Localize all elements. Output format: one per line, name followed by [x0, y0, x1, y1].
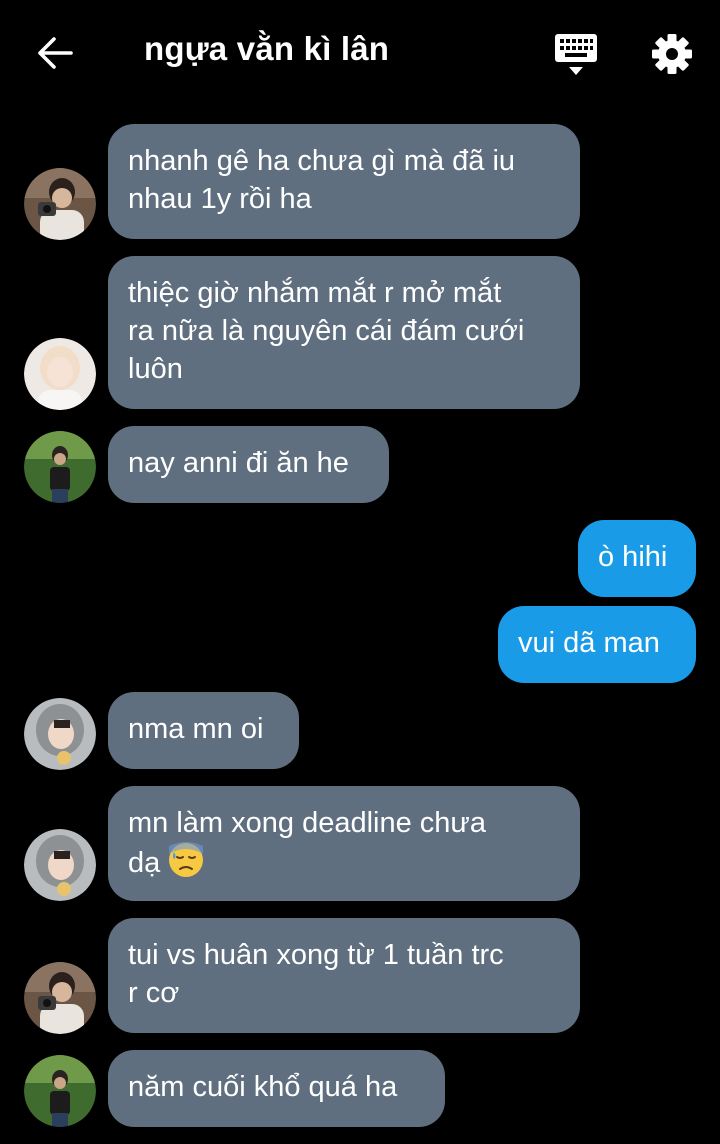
- message-line: dạ: [128, 847, 161, 879]
- message-bubble[interactable]: tui vs huân xong từ 1 tuần trc r cơ: [108, 918, 580, 1033]
- message-bubble[interactable]: nay anni đi ăn he: [108, 426, 389, 503]
- message-line: thiệc giờ nhắm mắt r mở mắt: [128, 277, 502, 309]
- message-line: năm cuối khổ quá ha: [128, 1071, 398, 1103]
- avatar[interactable]: [24, 962, 96, 1034]
- avatar-outdoor: [24, 1055, 96, 1127]
- arrow-left-icon: [38, 37, 73, 69]
- avatar-hood: [24, 829, 96, 901]
- message-bubble[interactable]: năm cuối khổ quá ha: [108, 1050, 445, 1127]
- message-line: luôn: [128, 353, 183, 385]
- avatar-boy-camera: [24, 962, 96, 1034]
- avatar-blonde: [24, 338, 96, 410]
- message-bubble[interactable]: vui dã man: [498, 606, 696, 683]
- message-line: mn làm xong deadline chưa: [128, 807, 486, 839]
- avatar-hood: [24, 698, 96, 770]
- avatar-outdoor: [24, 431, 96, 503]
- avatar[interactable]: [24, 1055, 96, 1127]
- message-line: nma mn oi: [128, 713, 264, 745]
- avatar[interactable]: [24, 168, 96, 240]
- message-bubble[interactable]: mn làm xong deadline chưa dạ: [108, 786, 580, 901]
- message-bubble[interactable]: nma mn oi: [108, 692, 299, 769]
- message-line: tui vs huân xong từ 1 tuần trc: [128, 939, 504, 971]
- avatar[interactable]: [24, 431, 96, 503]
- message-line: ra nữa là nguyên cái đám cưới: [128, 315, 525, 347]
- downcast-sweat-emoji-icon: [168, 842, 204, 888]
- message-bubble[interactable]: ò hihi: [578, 520, 696, 597]
- message-line: ò hihi: [598, 541, 668, 573]
- avatar[interactable]: [24, 698, 96, 770]
- message-line: nhanh gê ha chưa gì mà đã iu: [128, 145, 516, 177]
- message-bubble[interactable]: thiệc giờ nhắm mắt r mở mắt ra nữa là ng…: [108, 256, 580, 409]
- gear-icon: [652, 34, 692, 74]
- avatar[interactable]: [24, 829, 96, 901]
- message-bubble[interactable]: nhanh gê ha chưa gì mà đã iu nhau 1y rồi…: [108, 124, 580, 239]
- message-line: nay anni đi ăn he: [128, 447, 349, 479]
- avatar-boy-camera: [24, 168, 96, 240]
- message-line: vui dã man: [518, 627, 660, 659]
- keyboard-icon: [555, 34, 597, 75]
- keyboard-button[interactable]: [552, 32, 600, 78]
- message-line: r cơ: [128, 977, 180, 1009]
- chat-header: ngựa vằn kì lân: [0, 0, 720, 108]
- message-line: nhau 1y rồi ha: [128, 183, 312, 215]
- settings-button[interactable]: [648, 30, 696, 78]
- chat-title: ngựa vằn kì lân: [144, 30, 390, 67]
- back-button[interactable]: [30, 30, 80, 76]
- avatar[interactable]: [24, 338, 96, 410]
